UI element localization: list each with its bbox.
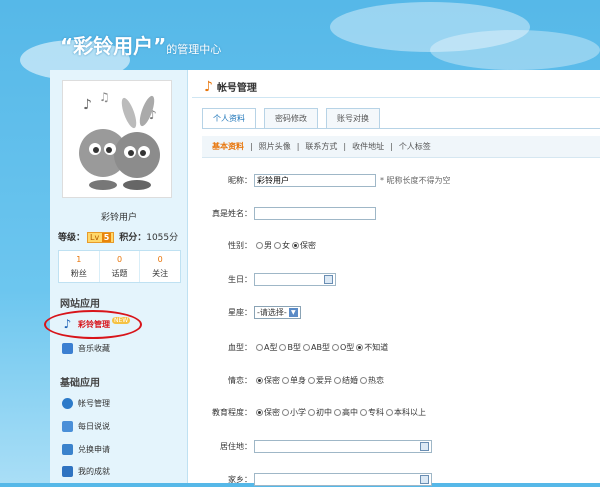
stat-topics[interactable]: 0 话题 [100,251,141,282]
folder-icon [62,342,73,354]
tab-account-exchange[interactable]: 账号对换 [326,108,380,128]
subtab-contact[interactable]: 联系方式 [305,141,337,152]
edu-primary-radio[interactable] [282,408,289,416]
edu-bachelor-radio[interactable] [386,408,393,416]
section-web-apps: 网站应用 [60,299,100,310]
tab-password[interactable]: 密码修改 [264,108,318,128]
gender-secret-radio[interactable] [292,241,299,249]
subtab-tags[interactable]: 个人标签 [399,141,431,152]
sidebar-item-daily-talk[interactable]: 每日说说 [62,417,180,435]
svg-text:♫: ♫ [99,90,110,104]
music-note-icon: ♪ [204,78,213,95]
stat-following[interactable]: 0 关注 [140,251,180,282]
blood-a-radio[interactable] [256,343,263,351]
section-header: ♪ 帐号管理 [192,76,600,98]
svg-text:♪: ♪ [83,97,92,113]
sidebar-item-exchange[interactable]: 兑换申请 [62,440,180,458]
love-married-radio[interactable] [334,376,341,384]
gender-male-radio[interactable] [256,241,263,249]
education-row: 教育程度： 保密 小学 初中 高中 专科 本科以上 [212,407,426,417]
stats-box: 1 粉丝 0 话题 0 关注 [58,250,181,283]
blood-o-radio[interactable] [331,343,339,351]
blood-type-row: 血型： A型 B型 AB型 O型 不知道 [228,342,389,352]
nickname-input[interactable] [254,173,376,187]
sidebar-item-account[interactable]: 帐号管理 [62,394,180,412]
main-container: ♪ ♫ ♪ 彩铃用户 等级： Lv 5 积分：1055分 1 粉丝 0 话题 0… [44,70,600,486]
subtab-address[interactable]: 收件地址 [352,141,384,152]
location-picker-icon[interactable] [420,474,429,484]
sidebar-item-achievements[interactable]: 我的成就 [62,462,180,480]
subtab-basic[interactable]: 基本资料 [212,141,244,152]
account-icon [62,397,73,409]
exchange-icon [62,443,73,455]
edu-junior-radio[interactable] [308,408,315,416]
avatar[interactable]: ♪ ♫ ♪ [62,80,172,198]
nickname-row: 昵称： * 昵称长度不得为空 [192,172,600,188]
constellation-row: 星座： -请选择- ▼ [192,304,600,320]
username: 彩铃用户 [100,213,137,223]
gender-female-radio[interactable] [274,241,281,249]
tab-personal-info[interactable]: 个人资料 [202,108,256,129]
realname-row: 真是姓名： [192,205,600,221]
stat-fans[interactable]: 1 粉丝 [59,251,100,282]
blood-unknown-radio[interactable] [356,343,364,351]
highlight-circle [44,310,142,339]
location-picker-icon[interactable] [420,441,429,451]
chevron-down-icon: ▼ [288,307,298,317]
residence-input[interactable] [254,439,432,453]
section-base-apps: 基础应用 [60,378,100,389]
level-badge: Lv 5 [87,232,115,243]
page-title: “彩铃用户”的管理中心 [60,34,222,58]
love-secret-radio[interactable] [256,376,263,384]
hometown-row: 家乡： [192,471,600,487]
love-divorced-radio[interactable] [308,376,315,384]
level-points: 等级： Lv 5 积分：1055分 [58,232,179,243]
edu-senior-radio[interactable] [334,408,341,416]
calendar-icon[interactable] [324,274,333,284]
subtab-bar: 基本资料 | 照片头像 | 联系方式 | 收件地址 | 个人标签 [202,136,600,158]
speaker-icon [62,420,73,432]
main-panel: ♪ 帐号管理 个人资料 密码修改 账号对换 基本资料 | 照片头像 | 联系方式 | … [192,70,600,486]
relationship-row: 情恋： 保密 单身 爱异 结婚 热恋 [228,375,384,385]
subtab-photo[interactable]: 照片头像 [259,141,291,152]
blood-b-radio[interactable] [279,343,287,351]
edu-college-radio[interactable] [360,408,367,416]
sidebar-item-music-collection[interactable]: 音乐收藏 [62,339,180,357]
birthday-row: 生日： [192,271,600,287]
tab-bar: 个人资料 密码修改 账号对换 [202,108,388,129]
realname-input[interactable] [254,206,376,220]
sidebar: ♪ ♫ ♪ 彩铃用户 等级： Lv 5 积分：1055分 1 粉丝 0 话题 0… [44,70,188,483]
achievement-icon [62,465,73,477]
blood-ab-radio[interactable] [302,343,310,351]
love-dating-radio[interactable] [360,376,367,384]
love-single-radio[interactable] [282,376,289,384]
nickname-hint: * 昵称长度不得为空 [380,175,451,185]
hometown-input[interactable] [254,472,432,486]
constellation-select[interactable]: -请选择- ▼ [254,305,301,319]
gender-row: 性别： 男 女 保密 [228,240,316,250]
residence-row: 居住地： [192,438,600,454]
edu-secret-radio[interactable] [256,408,263,416]
